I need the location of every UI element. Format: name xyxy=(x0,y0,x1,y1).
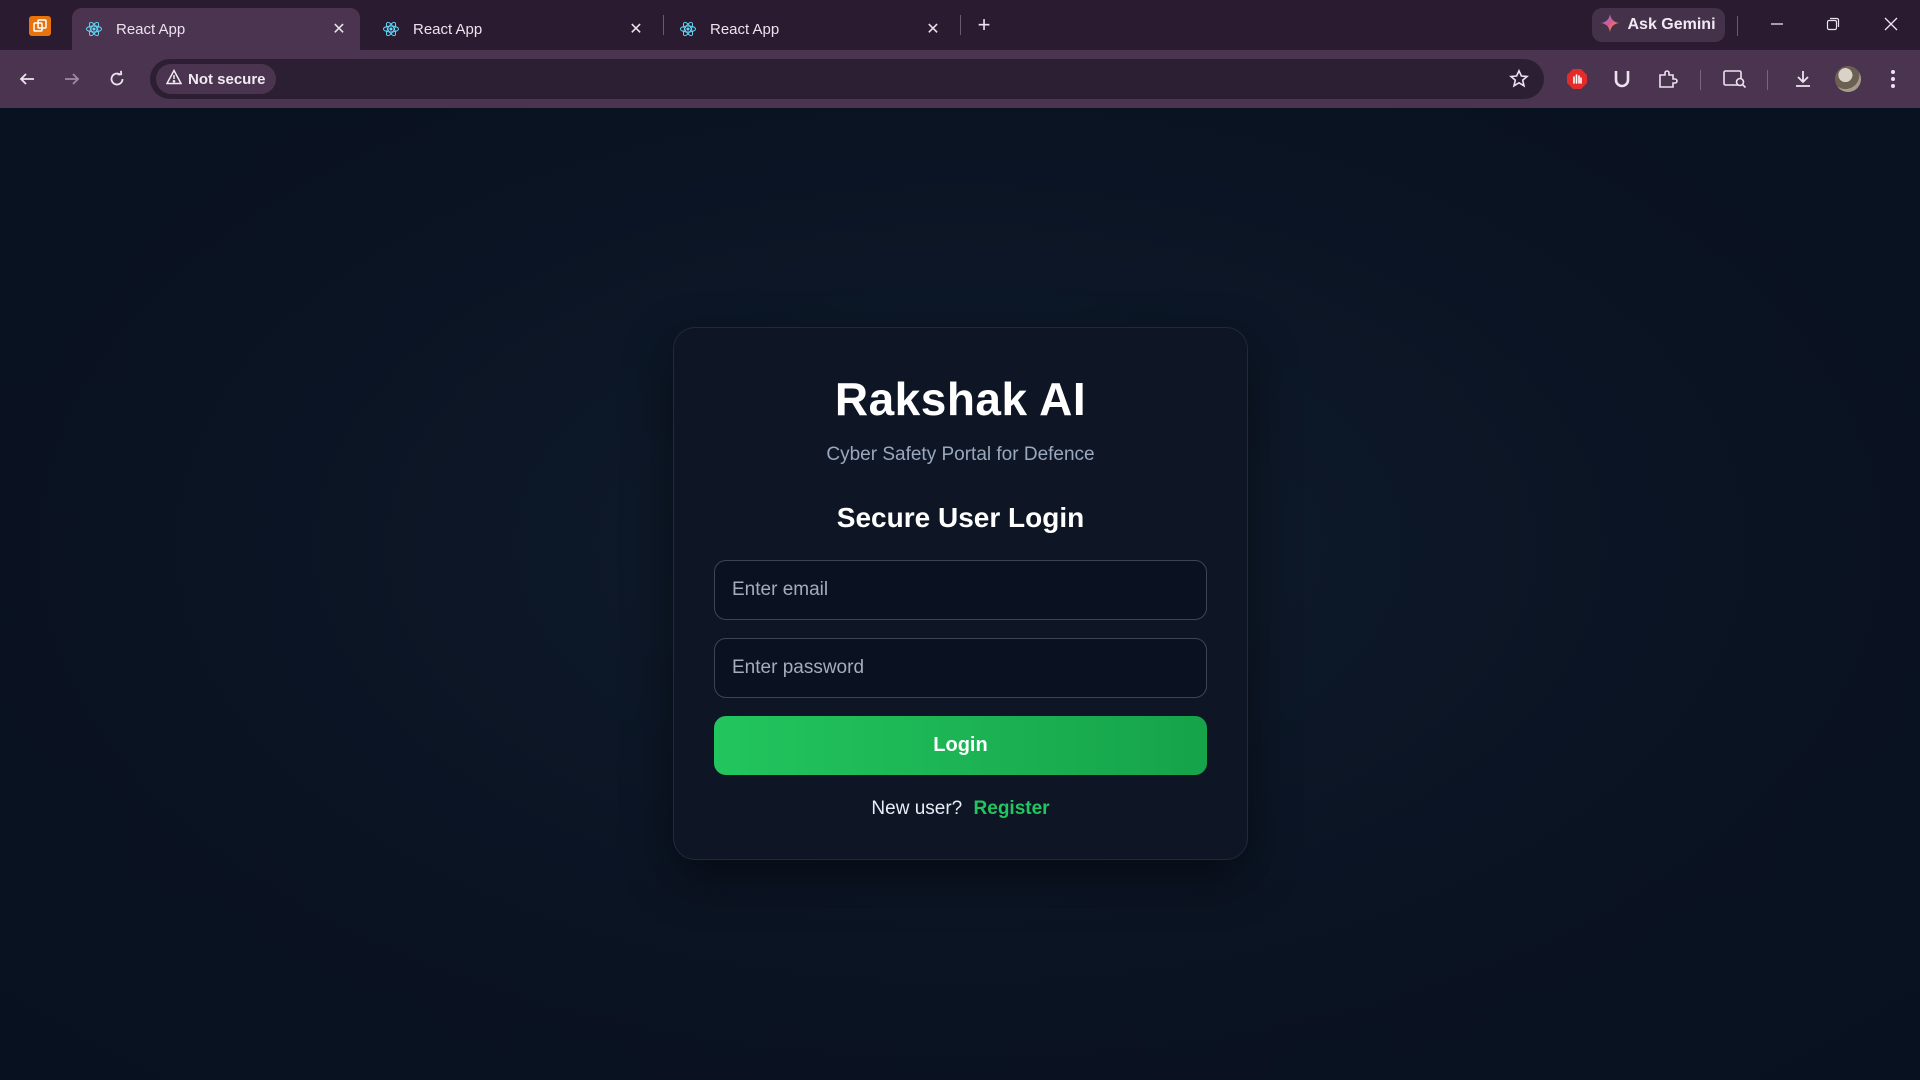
back-arrow-icon[interactable] xyxy=(10,62,44,96)
app-launcher-icon[interactable] xyxy=(29,16,51,36)
react-icon xyxy=(678,19,698,39)
register-link[interactable]: Register xyxy=(974,798,1050,819)
new-user-text: New user? xyxy=(871,798,963,819)
tab-title: React App xyxy=(413,20,483,38)
close-tab-icon[interactable]: ✕ xyxy=(920,16,946,42)
tab-2[interactable]: React App ✕ xyxy=(369,8,657,50)
puzzle-extensions-icon[interactable] xyxy=(1651,62,1685,96)
page-viewport: Rakshak AI Cyber Safety Portal for Defen… xyxy=(0,108,1920,1080)
register-prompt: New user? Register xyxy=(674,798,1247,820)
ask-gemini-button[interactable]: Ask Gemini xyxy=(1592,8,1725,42)
ask-gemini-label: Ask Gemini xyxy=(1627,16,1716,33)
email-field[interactable] xyxy=(714,560,1207,620)
tab-divider xyxy=(960,15,961,35)
avatar xyxy=(1835,66,1861,92)
restore-icon[interactable] xyxy=(1809,6,1857,42)
tab-3[interactable]: React App ✕ xyxy=(666,8,954,50)
close-tab-icon[interactable]: ✕ xyxy=(326,16,352,42)
browser-toolbar: Not secure xyxy=(0,50,1920,108)
address-bar[interactable]: Not secure xyxy=(150,59,1544,99)
site-security-chip[interactable]: Not secure xyxy=(156,64,276,94)
tab-1[interactable]: React App ✕ xyxy=(72,8,360,50)
login-card: Rakshak AI Cyber Safety Portal for Defen… xyxy=(673,327,1248,860)
tab-divider xyxy=(663,15,664,35)
tab-strip: React App ✕ React App ✕ React App ✕ + As… xyxy=(0,0,1920,50)
brand-tagline: Cyber Safety Portal for Defence xyxy=(826,444,1095,465)
reload-icon[interactable] xyxy=(100,62,134,96)
toolbar-divider xyxy=(1700,70,1701,90)
forward-arrow-icon[interactable] xyxy=(55,62,89,96)
bookmark-star-icon[interactable] xyxy=(1506,66,1532,92)
download-icon[interactable] xyxy=(1786,62,1820,96)
minimize-icon[interactable] xyxy=(1753,6,1801,42)
u-extension-icon[interactable] xyxy=(1605,62,1639,96)
tab-title: React App xyxy=(710,20,780,38)
login-heading: Secure User Login xyxy=(836,502,1085,533)
react-icon xyxy=(381,19,401,39)
brand-title: Rakshak AI xyxy=(834,373,1087,425)
tab-search-icon[interactable] xyxy=(1718,62,1752,96)
not-secure-label: Not secure xyxy=(188,70,266,88)
more-menu-icon[interactable] xyxy=(1876,62,1910,96)
toolbar-divider xyxy=(1767,70,1768,90)
close-tab-icon[interactable]: ✕ xyxy=(623,16,649,42)
profile-avatar[interactable] xyxy=(1831,62,1865,96)
close-window-icon[interactable] xyxy=(1867,6,1915,42)
gemini-sparkle-icon xyxy=(1601,13,1620,37)
adblock-extension-icon[interactable] xyxy=(1560,62,1594,96)
window-divider xyxy=(1737,16,1738,36)
react-icon xyxy=(84,19,104,39)
tab-title: React App xyxy=(116,20,186,38)
new-tab-button[interactable]: + xyxy=(968,9,1000,41)
login-button[interactable]: Login xyxy=(714,716,1207,775)
warning-triangle-icon xyxy=(165,68,183,89)
password-field[interactable] xyxy=(714,638,1207,698)
